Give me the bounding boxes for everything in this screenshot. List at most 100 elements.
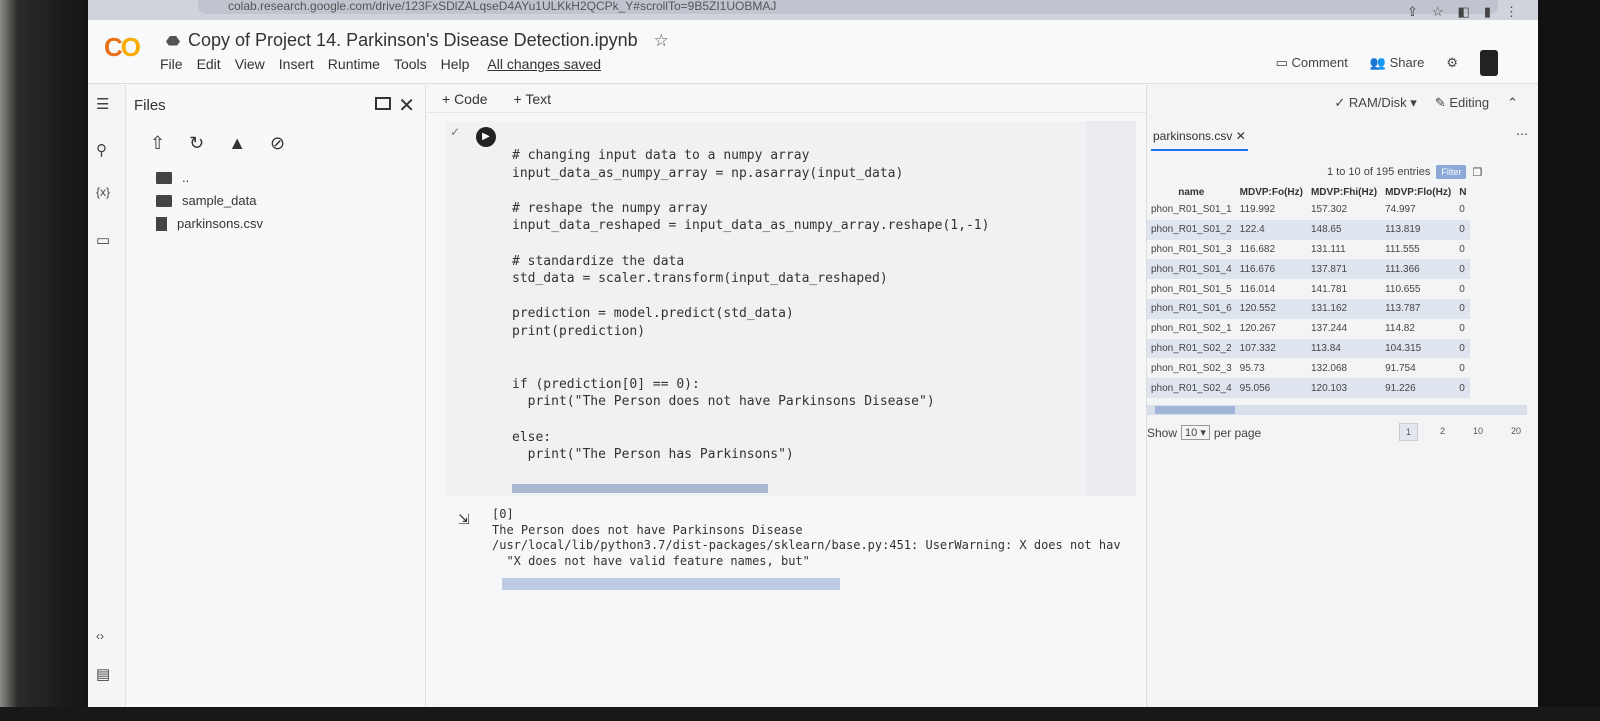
- collapse-chevron-icon[interactable]: ⌃: [1507, 95, 1518, 111]
- code-cell[interactable]: ✓ ▶ # changing input data to a numpy arr…: [446, 121, 1136, 496]
- copy-icon[interactable]: ❐: [1472, 166, 1482, 179]
- column-header[interactable]: MDVP:Fhi(Hz): [1307, 185, 1381, 200]
- header-actions: ▭ Comment 👥 Share ⚙: [1276, 50, 1498, 76]
- colab-header: CO Copy of Project 14. Parkinson's Disea…: [88, 20, 1538, 84]
- table-cell: phon_R01_S01_1: [1151, 204, 1232, 216]
- menu-file[interactable]: File: [160, 56, 183, 72]
- tree-item-parent[interactable]: ..: [156, 166, 425, 189]
- browser-menu-icon[interactable]: ⋮: [1505, 4, 1518, 20]
- settings-gear-icon[interactable]: ⚙: [1446, 55, 1458, 71]
- editing-mode-button[interactable]: ✎ Editing: [1435, 95, 1489, 111]
- tab-label: parkinsons.csv: [1153, 129, 1233, 143]
- pagination: 1 2 10 20: [1399, 423, 1527, 441]
- menu-insert[interactable]: Insert: [279, 56, 314, 72]
- add-code-button[interactable]: + Code: [442, 91, 488, 107]
- table-cell: 104.315: [1381, 338, 1456, 359]
- close-tab-icon[interactable]: ✕: [1236, 129, 1246, 143]
- page-button[interactable]: 10: [1467, 423, 1489, 441]
- table-cell: 113.819: [1381, 219, 1456, 240]
- page-size-value: 10: [1185, 427, 1198, 439]
- drive-icon: [166, 35, 180, 46]
- disk-label: Disk: [1381, 95, 1407, 110]
- people-icon: 👥: [1369, 55, 1390, 70]
- pencil-icon: ✎: [1434, 95, 1450, 110]
- table-cell: 0: [1459, 243, 1465, 255]
- column-header[interactable]: N: [1455, 185, 1470, 200]
- avatar[interactable]: [1480, 50, 1498, 76]
- page-size-select[interactable]: 10 ▾: [1181, 425, 1210, 440]
- variables-icon[interactable]: {x}: [96, 185, 110, 199]
- output-clear-icon[interactable]: ⇲: [458, 511, 470, 528]
- code-snippets-icon[interactable]: ‹›: [96, 629, 104, 643]
- menu-tools[interactable]: Tools: [394, 56, 427, 72]
- table-row: phon_R01_S02_2 107.332 113.84 104.315 0: [1147, 338, 1471, 359]
- table-cell: 131.111: [1310, 243, 1346, 255]
- menu-help[interactable]: Help: [441, 56, 470, 72]
- page-button[interactable]: 2: [1434, 423, 1451, 441]
- table-row: phon_R01_S01_6 120.552 131.162 113.787 0: [1147, 298, 1471, 319]
- page-button[interactable]: 1: [1399, 423, 1419, 441]
- share-page-icon[interactable]: ⇪: [1407, 4, 1418, 20]
- run-cell-button[interactable]: ▶: [476, 127, 496, 147]
- table-cell: 111.366: [1381, 259, 1456, 280]
- refresh-folder-icon[interactable]: ↻: [189, 133, 204, 154]
- table-cell: 122.4: [1235, 219, 1307, 240]
- tab-parkinsons-csv[interactable]: parkinsons.csv ✕: [1151, 129, 1248, 151]
- notebook-area: + Code + Text ✓ ▶ # changing input data …: [426, 85, 1146, 707]
- column-header[interactable]: MDVP:Fo(Hz): [1236, 185, 1307, 200]
- table-horizontal-scrollbar[interactable]: [1147, 405, 1527, 415]
- screen-bezel-bottom: [0, 707, 1600, 721]
- mount-drive-icon[interactable]: ▲: [228, 133, 246, 154]
- cell-code[interactable]: # changing input data to a numpy array i…: [512, 147, 989, 464]
- menu-edit[interactable]: Edit: [197, 56, 221, 72]
- table-cell: 120.267: [1239, 323, 1276, 335]
- url-field[interactable]: colab.research.google.com/drive/123FxSDl…: [198, 0, 1498, 14]
- close-icon[interactable]: ✕: [398, 93, 415, 118]
- column-header[interactable]: name: [1147, 185, 1236, 200]
- table-cell: phon_R01_S02_4: [1147, 378, 1236, 398]
- filter-button[interactable]: Filter: [1436, 165, 1467, 179]
- window-icon[interactable]: ◧: [1458, 4, 1470, 20]
- page-size-control: Show 10 ▾ per page: [1147, 425, 1261, 440]
- menu-bar: File Edit View Insert Runtime Tools Help…: [160, 56, 601, 72]
- maximize-icon[interactable]: [375, 97, 391, 110]
- table-cell: 148.65: [1306, 219, 1382, 240]
- menu-view[interactable]: View: [235, 56, 265, 72]
- tree-item-sample-data[interactable]: sample_data: [156, 189, 425, 212]
- table-cell: phon_R01_S02_1: [1151, 323, 1232, 335]
- share-button[interactable]: 👥 Share: [1370, 55, 1425, 71]
- cell-horizontal-scrollbar[interactable]: [512, 484, 768, 493]
- add-text-button[interactable]: + Text: [514, 91, 552, 107]
- notebook-title[interactable]: Copy of Project 14. Parkinson's Disease …: [188, 30, 638, 51]
- upload-file-icon[interactable]: ⇧: [150, 133, 165, 154]
- colab-logo[interactable]: CO: [104, 32, 141, 63]
- extension-icon[interactable]: ▮: [1484, 4, 1491, 20]
- data-table: name MDVP:Fo(Hz) MDVP:Fhi(Hz) MDVP:Flo(H…: [1147, 185, 1471, 398]
- save-status[interactable]: All changes saved: [487, 56, 601, 72]
- star-icon[interactable]: ☆: [654, 31, 669, 51]
- column-header[interactable]: MDVP:Flo(Hz): [1381, 185, 1455, 200]
- comment-label: Comment: [1291, 55, 1348, 70]
- page-button[interactable]: 20: [1505, 423, 1527, 441]
- files-folder-icon[interactable]: ▭: [96, 231, 110, 249]
- table-cell: 119.992: [1239, 204, 1276, 216]
- scrollbar-thumb[interactable]: [1155, 406, 1235, 414]
- tree-item-label: ..: [182, 170, 190, 185]
- show-label: Show: [1147, 425, 1178, 440]
- hide-files-icon[interactable]: ⊘: [270, 133, 285, 154]
- table-cell: 113.84: [1306, 338, 1382, 359]
- ram-disk-indicator[interactable]: ✓ RAM/Disk ▾: [1334, 95, 1416, 111]
- bookmark-star-icon[interactable]: ☆: [1432, 4, 1444, 20]
- search-icon[interactable]: ⚲: [96, 141, 107, 159]
- output-horizontal-scrollbar[interactable]: [502, 578, 840, 590]
- table-cell: 0: [1455, 219, 1471, 240]
- more-options-icon[interactable]: ⋯: [1516, 127, 1528, 141]
- share-label: Share: [1389, 55, 1425, 70]
- terminal-icon[interactable]: ▤: [96, 665, 110, 683]
- table-of-contents-icon[interactable]: ☰: [96, 95, 109, 113]
- table-cell: 116.014: [1239, 283, 1276, 295]
- comment-button[interactable]: ▭ Comment: [1276, 55, 1348, 71]
- table-cell: 137.244: [1310, 323, 1348, 335]
- tree-item-parkinsons-csv[interactable]: parkinsons.csv: [156, 212, 425, 235]
- menu-runtime[interactable]: Runtime: [328, 56, 380, 72]
